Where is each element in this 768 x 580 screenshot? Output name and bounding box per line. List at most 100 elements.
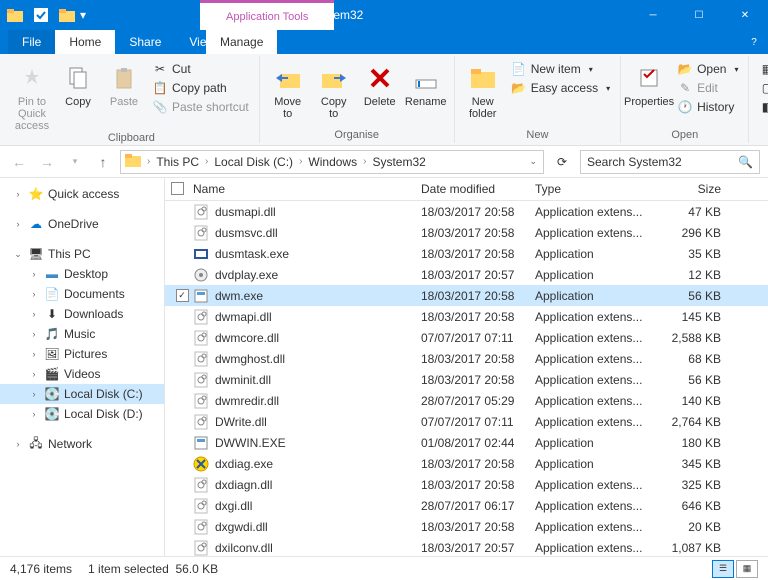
help-icon[interactable]: ? (746, 34, 762, 50)
nav-this-pc[interactable]: ⌄🖥This PC (0, 244, 164, 264)
file-type: Application extens... (535, 415, 659, 429)
file-row[interactable]: dusmapi.dll18/03/2017 20:58Application e… (165, 201, 768, 222)
minimize-button[interactable]: ─ (630, 0, 676, 30)
header-name[interactable]: Name (193, 182, 421, 196)
file-row[interactable]: dxgwdi.dll18/03/2017 20:58Application ex… (165, 516, 768, 537)
nav-desktop[interactable]: ›▬Desktop (0, 264, 164, 284)
file-type: Application extens... (535, 394, 659, 408)
nav-music[interactable]: ›🎵Music (0, 324, 164, 344)
nav-downloads[interactable]: ›⬇Downloads (0, 304, 164, 324)
file-icon (193, 414, 209, 430)
tab-manage[interactable]: Manage (206, 30, 277, 54)
delete-button[interactable]: Delete (358, 60, 402, 108)
maximize-button[interactable]: ☐ (676, 0, 722, 30)
breadcrumb[interactable]: › This PC› Local Disk (C:)› Windows› Sys… (120, 150, 544, 174)
paste-shortcut-button[interactable]: 📎Paste shortcut (148, 98, 253, 116)
file-row[interactable]: DWrite.dll07/07/2017 07:11Application ex… (165, 411, 768, 432)
file-row[interactable]: dxdiag.exe18/03/2017 20:58Application345… (165, 453, 768, 474)
header-type[interactable]: Type (535, 182, 659, 196)
delete-icon (364, 62, 396, 94)
nav-quick-access[interactable]: ›⭐Quick access (0, 184, 164, 204)
file-row[interactable]: dwmghost.dll18/03/2017 20:58Application … (165, 348, 768, 369)
move-to-icon (272, 62, 304, 94)
crumb[interactable]: Windows (304, 155, 361, 169)
rename-button[interactable]: Rename (404, 60, 448, 108)
forward-button[interactable]: → (36, 151, 58, 173)
details-view-button[interactable]: ☰ (712, 560, 734, 578)
file-row[interactable]: dwmapi.dll18/03/2017 20:58Application ex… (165, 306, 768, 327)
header-size[interactable]: Size (659, 182, 731, 196)
group-label: Organise (334, 129, 379, 143)
crumb[interactable]: System32 (368, 155, 429, 169)
tab-share[interactable]: Share (115, 30, 175, 54)
up-button[interactable]: ↑ (92, 151, 114, 173)
history-icon: 🕐 (677, 99, 693, 115)
cut-button[interactable]: ✂Cut (148, 60, 253, 78)
nav-network[interactable]: ›🖧Network (0, 434, 164, 454)
group-label: New (526, 129, 548, 143)
file-icon (193, 309, 209, 325)
invert-selection-button[interactable]: ◧Invert selection (755, 98, 768, 116)
collapse-ribbon-icon[interactable]: ⌃ (732, 36, 740, 47)
crumb[interactable]: This PC (152, 155, 203, 169)
file-row[interactable]: dusmtask.exe18/03/2017 20:58Application3… (165, 243, 768, 264)
select-all-button[interactable]: ▦Select all (755, 60, 768, 78)
select-all-checkbox[interactable] (171, 182, 184, 195)
properties-button[interactable]: Properties (627, 60, 671, 108)
file-row[interactable]: dxgi.dll28/07/2017 06:17Application exte… (165, 495, 768, 516)
disk-icon: 💽 (44, 386, 60, 402)
file-row[interactable]: dvdplay.exe18/03/2017 20:57Application12… (165, 264, 768, 285)
file-date: 18/03/2017 20:58 (421, 352, 535, 366)
back-button[interactable]: ← (8, 151, 30, 173)
file-row[interactable]: dusmsvc.dll18/03/2017 20:58Application e… (165, 222, 768, 243)
file-icon (193, 540, 209, 556)
copy-button[interactable]: Copy (56, 60, 100, 108)
qa-checkbox-icon[interactable] (30, 4, 52, 26)
new-item-button[interactable]: 📄New item▾ (507, 60, 614, 78)
desktop-icon: ▬ (44, 266, 60, 282)
copy-to-button[interactable]: Copy to (312, 60, 356, 120)
title-bar: ▾ Application Tools System32 ─ ☐ ✕ (0, 0, 768, 30)
tab-home[interactable]: Home (55, 30, 115, 54)
tab-file[interactable]: File (8, 30, 55, 54)
copy-path-button[interactable]: 📋Copy path (148, 79, 253, 97)
select-none-button[interactable]: ▢Select none (755, 79, 768, 97)
column-headers[interactable]: Name Date modified Type Size (165, 178, 768, 201)
file-row[interactable]: DWWIN.EXE01/08/2017 02:44Application180 … (165, 432, 768, 453)
pin-to-quick-access-button[interactable]: Pin to Quick access (10, 60, 54, 132)
easy-access-button[interactable]: 📂Easy access▾ (507, 79, 614, 97)
close-button[interactable]: ✕ (722, 0, 768, 30)
open-button[interactable]: 📂Open▾ (673, 60, 742, 78)
search-input[interactable]: Search System32 🔍 (580, 150, 760, 174)
nav-local-d[interactable]: ›💽Local Disk (D:) (0, 404, 164, 424)
new-folder-button[interactable]: New folder (461, 60, 505, 120)
move-to-button[interactable]: Move to (266, 60, 310, 120)
file-type: Application extens... (535, 541, 659, 555)
paste-button[interactable]: Paste (102, 60, 146, 108)
edit-button[interactable]: ✎Edit (673, 79, 742, 97)
file-size: 140 KB (659, 394, 731, 408)
open-icon: 📂 (677, 61, 693, 77)
header-date[interactable]: Date modified (421, 182, 535, 196)
nav-videos[interactable]: ›🎬Videos (0, 364, 164, 384)
nav-pictures[interactable]: ›🖼Pictures (0, 344, 164, 364)
file-date: 18/03/2017 20:57 (421, 541, 535, 555)
recent-button[interactable]: ▾ (64, 151, 86, 173)
file-row[interactable]: dwminit.dll18/03/2017 20:58Application e… (165, 369, 768, 390)
file-row[interactable]: dxdiagn.dll18/03/2017 20:58Application e… (165, 474, 768, 495)
row-checkbox[interactable]: ✓ (176, 289, 189, 302)
nav-documents[interactable]: ›📄Documents (0, 284, 164, 304)
navigation-pane: ›⭐Quick access ›☁OneDrive ⌄🖥This PC ›▬De… (0, 178, 165, 556)
crumb[interactable]: Local Disk (C:) (210, 155, 297, 169)
file-type: Application (535, 289, 659, 303)
file-row[interactable]: dwmredir.dll28/07/2017 05:29Application … (165, 390, 768, 411)
icons-view-button[interactable]: ▦ (736, 560, 758, 578)
file-row[interactable]: dwmcore.dll07/07/2017 07:11Application e… (165, 327, 768, 348)
address-bar: ← → ▾ ↑ › This PC› Local Disk (C:)› Wind… (0, 146, 768, 178)
file-row[interactable]: dxilconv.dll18/03/2017 20:57Application … (165, 537, 768, 556)
nav-local-c[interactable]: ›💽Local Disk (C:) (0, 384, 164, 404)
refresh-button[interactable]: ⟳ (550, 151, 574, 173)
nav-onedrive[interactable]: ›☁OneDrive (0, 214, 164, 234)
file-row[interactable]: ✓dwm.exe18/03/2017 20:58Application56 KB (165, 285, 768, 306)
history-button[interactable]: 🕐History (673, 98, 742, 116)
